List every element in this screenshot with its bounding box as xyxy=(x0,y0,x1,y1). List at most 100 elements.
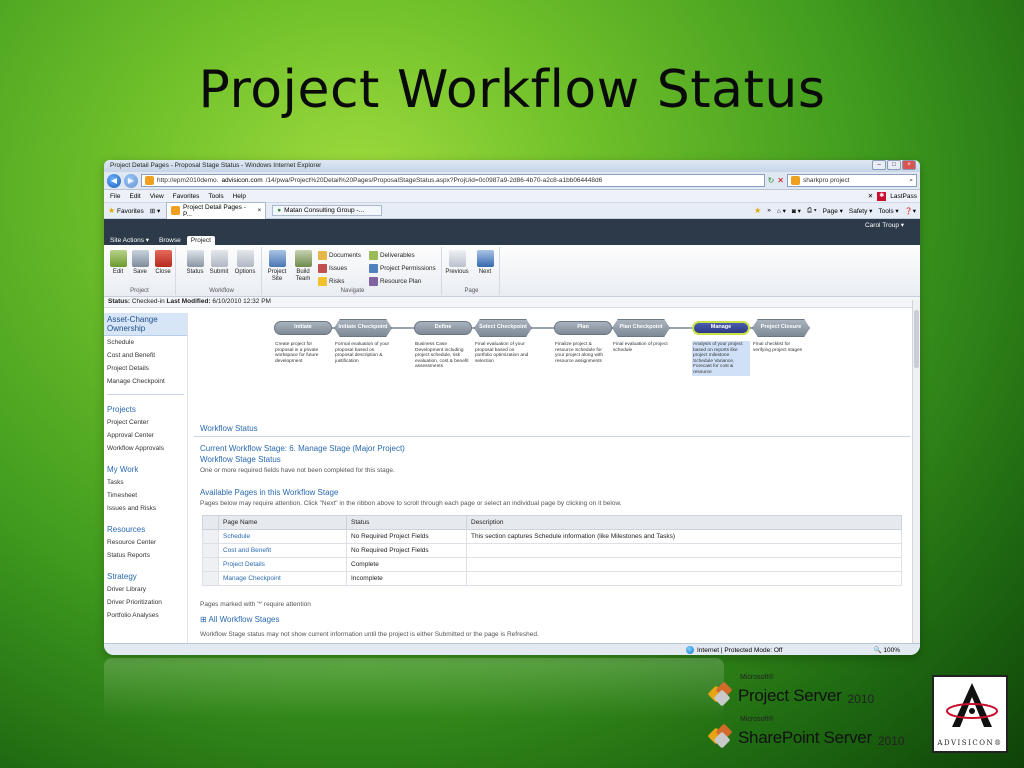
site-actions-tab[interactable]: Site Actions ▾ xyxy=(106,235,153,245)
leftnav-heading-projects[interactable]: Projects xyxy=(104,402,187,416)
next-button[interactable]: Next xyxy=(472,250,498,276)
issues-link[interactable]: Issues xyxy=(318,264,347,273)
home-icon[interactable]: ⌂ ▾ xyxy=(777,207,786,215)
marked-note: Pages marked with '*' require attention xyxy=(200,601,311,608)
submit-button[interactable]: Submit xyxy=(206,250,232,276)
leftnav-item-workflow-approvals[interactable]: Workflow Approvals xyxy=(104,442,187,455)
ribbon-group-page: Previous Next Page xyxy=(444,247,500,295)
leftnav-item-driver-library[interactable]: Driver Library xyxy=(104,583,187,596)
minimize-button[interactable]: – xyxy=(872,160,886,170)
close-tab-icon[interactable]: × xyxy=(257,207,261,214)
help-icon[interactable]: ❓▾ xyxy=(905,207,916,215)
quick-tabs-icon[interactable]: ⊞ ▾ xyxy=(150,207,161,215)
menu-edit[interactable]: Edit xyxy=(129,193,140,200)
vertical-scrollbar[interactable] xyxy=(912,300,920,645)
section-divider xyxy=(194,436,910,437)
add-favorite-icon[interactable]: ★ xyxy=(754,206,761,215)
leftnav-item-schedule[interactable]: Schedule xyxy=(104,336,187,349)
scrollbar-thumb[interactable] xyxy=(914,310,919,368)
page-link-cost-benefit[interactable]: Cost and Benefit xyxy=(218,543,347,558)
tab-matan-consulting[interactable]: ● Matan Consulting Group -... xyxy=(272,205,383,216)
leftnav-item-status-reports[interactable]: Status Reports xyxy=(104,549,187,562)
documents-link[interactable]: Documents xyxy=(318,251,361,260)
leftnav-selected[interactable]: Asset-Change Ownership xyxy=(104,313,187,336)
user-menu[interactable]: Carol Troup ▾ xyxy=(865,221,904,229)
leftnav-item-tasks[interactable]: Tasks xyxy=(104,476,187,489)
previous-button[interactable]: Previous xyxy=(444,250,470,276)
security-zone[interactable]: Internet | Protected Mode: Off xyxy=(686,646,782,654)
table-row[interactable]: Project Details Complete xyxy=(202,557,902,572)
risks-link[interactable]: Risks xyxy=(318,277,344,286)
workflow-status-heading: Workflow Status xyxy=(200,424,258,433)
back-arrow-icon[interactable]: ◀ xyxy=(107,173,121,188)
leftnav-item-resource-center[interactable]: Resource Center xyxy=(104,536,187,549)
leftnav-item-timesheet[interactable]: Timesheet xyxy=(104,489,187,502)
safety-menu[interactable]: Safety ▾ xyxy=(849,207,873,215)
next-icon xyxy=(476,250,494,267)
stage-status-heading: Workflow Stage Status xyxy=(200,455,281,464)
project-tab[interactable]: Project xyxy=(186,236,215,245)
warning-icon xyxy=(318,277,327,286)
close-window-button[interactable]: × xyxy=(902,160,916,170)
print-icon[interactable]: ⎙ ▾ xyxy=(807,207,817,215)
maximize-button[interactable]: □ xyxy=(887,160,901,170)
leftnav-item-cost-benefit[interactable]: Cost and Benefit xyxy=(104,349,187,362)
project-server-logo: Microsoft® Project Server 2010 xyxy=(707,674,874,707)
leftnav-item-project-details[interactable]: Project Details xyxy=(104,362,187,375)
lastpass-button[interactable]: LastPass xyxy=(890,193,917,200)
table-cell xyxy=(466,571,902,586)
page-menu[interactable]: Page ▾ xyxy=(823,207,843,215)
build-team-button[interactable]: Build Team xyxy=(290,250,316,283)
lastpass-icon[interactable]: ✱ xyxy=(877,191,887,201)
search-provider-icon xyxy=(791,176,800,185)
leftnav-item-manage-checkpoint[interactable]: Manage Checkpoint xyxy=(104,375,187,388)
resource-plan-link[interactable]: Resource Plan xyxy=(369,277,421,286)
save-icon xyxy=(131,250,149,267)
chevron-icon[interactable]: » xyxy=(767,207,771,214)
search-icon[interactable]: ⌕ xyxy=(909,175,916,186)
menu-tools[interactable]: Tools xyxy=(208,193,223,200)
leftnav-item-issues-risks[interactable]: Issues and Risks xyxy=(104,502,187,515)
leftnav-heading-strategy[interactable]: Strategy xyxy=(104,569,187,583)
menu-help[interactable]: Help xyxy=(233,193,246,200)
ribbon-group-label: Navigate xyxy=(340,288,365,294)
status-button[interactable]: Status xyxy=(182,250,208,276)
table-cell xyxy=(202,571,219,586)
page-link-project-details[interactable]: Project Details xyxy=(218,557,347,572)
zoom-level[interactable]: 🔍 100% xyxy=(873,646,900,654)
all-workflow-stages-toggle[interactable]: ⊞ All Workflow Stages xyxy=(200,615,279,624)
table-row[interactable]: Schedule No Required Project Fields This… xyxy=(202,529,902,544)
leftnav-heading-resources[interactable]: Resources xyxy=(104,522,187,536)
stage-select-checkpoint: Select Checkpoint Final evaluation of yo… xyxy=(474,319,532,365)
leftnav-item-portfolio-analyses[interactable]: Portfolio Analyses xyxy=(104,609,187,622)
url-input[interactable]: http://epm2010demo. advisicon.com/14/pwa/… xyxy=(141,174,765,187)
leftnav-item-project-center[interactable]: Project Center xyxy=(104,416,187,429)
stop-icon[interactable]: ✕ xyxy=(777,176,784,185)
project-permissions-link[interactable]: Project Permissions xyxy=(369,264,436,273)
deliverables-link[interactable]: Deliverables xyxy=(369,251,415,260)
page-link-schedule[interactable]: Schedule xyxy=(218,529,347,544)
menu-favorites[interactable]: Favorites xyxy=(173,193,200,200)
table-row[interactable]: Cost and Benefit No Required Project Fie… xyxy=(202,543,902,558)
tools-menu[interactable]: Tools ▾ xyxy=(878,207,898,215)
page-link-manage-checkpoint[interactable]: Manage Checkpoint xyxy=(218,571,347,586)
close-button[interactable]: Close xyxy=(150,250,176,276)
search-input[interactable]: sharkpro project ⌕ xyxy=(787,174,917,187)
tab-project-detail[interactable]: Project Detail Pages - P... × xyxy=(166,201,267,220)
favorites-button[interactable]: ★ Favorites xyxy=(108,206,144,215)
browse-tab[interactable]: Browse xyxy=(155,236,185,245)
leftnav-heading-my-work[interactable]: My Work xyxy=(104,462,187,476)
options-button[interactable]: Options xyxy=(232,250,258,276)
leftnav-item-driver-prioritization[interactable]: Driver Prioritization xyxy=(104,596,187,609)
expand-icon[interactable]: ⊞ xyxy=(200,615,207,624)
menu-view[interactable]: View xyxy=(150,193,164,200)
refresh-icon[interactable]: ↻ xyxy=(768,176,775,185)
feeds-icon[interactable]: ◙ ▾ xyxy=(792,207,801,215)
close-toolbar-icon[interactable]: ✕ xyxy=(868,192,873,200)
forward-arrow-icon[interactable]: ▶ xyxy=(124,173,138,188)
submit-icon xyxy=(210,250,228,267)
menu-file[interactable]: File xyxy=(110,193,120,200)
table-row[interactable]: Manage Checkpoint Incomplete xyxy=(202,571,902,586)
project-site-button[interactable]: Project Site xyxy=(264,250,290,283)
leftnav-item-approval-center[interactable]: Approval Center xyxy=(104,429,187,442)
